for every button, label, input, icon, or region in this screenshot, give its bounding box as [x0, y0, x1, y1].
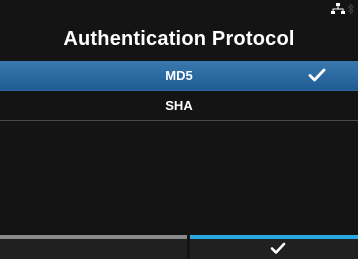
softkey-bar [0, 235, 358, 259]
softkey-accent [0, 235, 187, 239]
checkmark-icon [270, 242, 286, 259]
status-icons [331, 2, 354, 20]
printer-display: Authentication Protocol MD5 SHA [0, 0, 358, 259]
option-md5[interactable]: MD5 [0, 61, 358, 91]
option-label: SHA [165, 98, 193, 113]
softkey-accent [190, 235, 358, 239]
back-softkey[interactable] [0, 235, 187, 259]
option-list: MD5 SHA [0, 61, 358, 121]
network-icon [331, 2, 345, 20]
option-label: MD5 [165, 68, 193, 83]
page-title: Authentication Protocol [63, 28, 295, 50]
bluetooth-icon [347, 2, 354, 20]
option-sha[interactable]: SHA [0, 91, 358, 121]
checkmark-icon [308, 68, 326, 85]
confirm-softkey[interactable] [190, 235, 358, 259]
